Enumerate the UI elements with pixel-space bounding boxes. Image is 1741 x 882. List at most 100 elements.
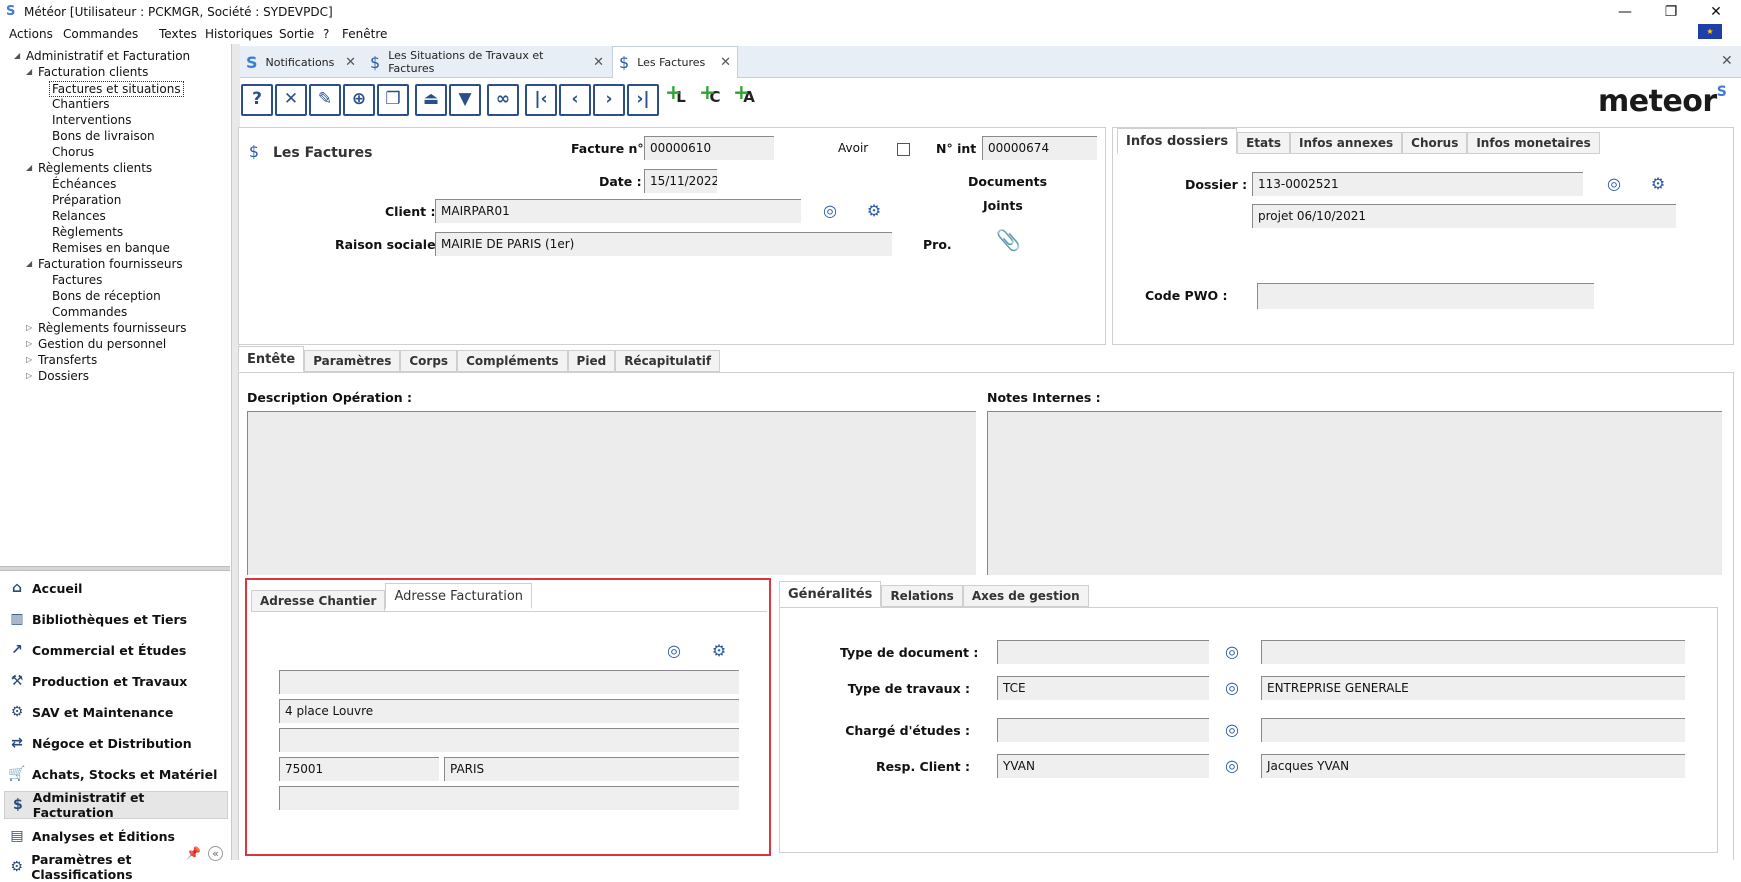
move-up-icon[interactable]: ⏏: [415, 84, 447, 116]
add-a-icon[interactable]: + A: [733, 82, 765, 116]
tab-chorus[interactable]: Chorus: [1402, 132, 1468, 154]
help-icon[interactable]: ?: [241, 84, 273, 116]
facture-number-field[interactable]: 00000610: [644, 136, 774, 160]
menu-textes[interactable]: Textes: [159, 27, 197, 41]
pin-icon[interactable]: 📌: [186, 846, 201, 860]
expand-arrow-icon[interactable]: ▷: [26, 323, 32, 332]
close-all-tabs-icon[interactable]: ✕: [1721, 53, 1733, 69]
cancel-icon[interactable]: ✕: [275, 84, 307, 116]
tree-item[interactable]: Bons de livraison: [52, 129, 155, 143]
tree-item[interactable]: Facturation clients: [38, 65, 148, 79]
nint-field[interactable]: 00000674: [982, 136, 1097, 160]
tree-item[interactable]: Dossiers: [38, 369, 89, 383]
address-line-1[interactable]: [279, 670, 739, 694]
tree-item[interactable]: Administratif et Facturation: [26, 49, 190, 63]
lookup-icon[interactable]: ◎: [1223, 757, 1241, 775]
nav-cart[interactable]: 🛒 Achats, Stocks et Matériel: [4, 760, 228, 788]
tree-item[interactable]: Chorus: [52, 145, 94, 159]
menu-sortie[interactable]: Sortie: [279, 27, 314, 41]
duplicate-icon[interactable]: ❐: [377, 84, 409, 116]
raison-sociale-field[interactable]: MAIRIE DE PARIS (1er): [435, 232, 892, 256]
address-line-3[interactable]: [279, 728, 739, 752]
tab-relations[interactable]: Relations: [881, 585, 963, 607]
search-binoculars-icon[interactable]: ∞: [487, 84, 519, 116]
edit-icon[interactable]: ✎: [309, 84, 341, 116]
paperclip-icon[interactable]: 📎: [996, 230, 1021, 250]
tree-item[interactable]: Commandes: [52, 305, 127, 319]
gear-icon[interactable]: ⚙: [865, 202, 883, 220]
tab-corps[interactable]: Corps: [400, 350, 458, 372]
notes-internes-textarea[interactable]: [987, 411, 1722, 575]
menu-commandes[interactable]: Commandes: [63, 27, 138, 41]
gear-icon[interactable]: ⚙: [1649, 175, 1667, 193]
nav-library[interactable]: ▥ Bibliothèques et Tiers: [4, 605, 228, 633]
dossier-field[interactable]: 113-0002521: [1252, 172, 1583, 196]
resp-client-desc[interactable]: Jacques YVAN: [1261, 754, 1685, 778]
description-operation-textarea[interactable]: [247, 411, 976, 575]
add-l-icon[interactable]: + L: [665, 82, 697, 116]
move-down-icon[interactable]: ▼: [449, 84, 481, 116]
menu-historiques[interactable]: Historiques: [205, 27, 273, 41]
charge-etudes-desc[interactable]: [1261, 718, 1685, 742]
dossier-description-field[interactable]: projet 06/10/2021: [1252, 204, 1676, 228]
charge-etudes-code[interactable]: [997, 718, 1209, 742]
tab-adresse-chantier[interactable]: Adresse Chantier: [251, 590, 386, 612]
collapse-panel-icon[interactable]: «: [208, 846, 223, 861]
tab-situations[interactable]: $ Les Situations de Travaux et Factures …: [364, 46, 610, 78]
tab-infos-monetaires[interactable]: Infos monetaires: [1467, 132, 1600, 154]
tree-item[interactable]: Chantiers: [52, 97, 110, 111]
nav-chart[interactable]: ↗ Commercial et Études: [4, 636, 228, 664]
previous-record-icon[interactable]: ‹: [559, 84, 591, 116]
client-field[interactable]: MAIRPAR01: [435, 199, 801, 223]
expand-arrow-icon[interactable]: ▷: [26, 355, 32, 364]
tab-notifications[interactable]: S Notifications ✕: [240, 46, 362, 78]
lookup-icon[interactable]: ◎: [1605, 175, 1623, 193]
lookup-icon[interactable]: ◎: [821, 202, 839, 220]
close-tab-icon[interactable]: ✕: [593, 55, 604, 70]
avoir-checkbox[interactable]: [897, 143, 910, 156]
menu-fenetre[interactable]: Fenêtre: [342, 27, 387, 41]
tree-item[interactable]: Interventions: [52, 113, 132, 127]
restore-button[interactable]: ❐: [1656, 2, 1686, 22]
add-c-icon[interactable]: + C: [699, 82, 731, 116]
close-tab-icon[interactable]: ✕: [345, 55, 356, 70]
collapse-arrow-icon[interactable]: ◢: [26, 259, 32, 268]
collapse-arrow-icon[interactable]: ◢: [14, 51, 20, 60]
tree-item[interactable]: Échéances: [52, 177, 116, 191]
tree-item[interactable]: Factures: [52, 273, 102, 287]
add-icon[interactable]: ⊕: [343, 84, 375, 116]
lookup-icon[interactable]: ◎: [1223, 643, 1241, 661]
lookup-icon[interactable]: ◎: [1223, 679, 1241, 697]
city-field[interactable]: PARIS: [444, 757, 739, 781]
collapse-arrow-icon[interactable]: ◢: [26, 163, 32, 172]
tree-item[interactable]: Bons de réception: [52, 289, 161, 303]
nav-trade[interactable]: ⇄ Négoce et Distribution: [4, 729, 228, 757]
tab-adresse-facturation[interactable]: Adresse Facturation: [385, 583, 533, 609]
tab-pied[interactable]: Pied: [567, 350, 616, 372]
tree-item[interactable]: Préparation: [52, 193, 121, 207]
nav-worker[interactable]: ⚒ Production et Travaux: [4, 667, 228, 695]
last-record-icon[interactable]: ›|: [627, 84, 659, 116]
tree-item[interactable]: Factures et situations: [49, 81, 184, 97]
pwo-field[interactable]: [1257, 283, 1594, 309]
resp-client-code[interactable]: YVAN: [997, 754, 1209, 778]
tree-item[interactable]: Gestion du personnel: [38, 337, 166, 351]
expand-arrow-icon[interactable]: ▷: [26, 371, 32, 380]
tree-item[interactable]: Remises en banque: [52, 241, 170, 255]
close-tab-icon[interactable]: ✕: [720, 55, 731, 70]
tab-etats[interactable]: Etats: [1237, 132, 1290, 154]
type-travaux-desc[interactable]: ENTREPRISE GENERALE: [1261, 676, 1685, 700]
nav-wrench[interactable]: ⚙ SAV et Maintenance: [4, 698, 228, 726]
tab-infos-annexes[interactable]: Infos annexes: [1290, 132, 1403, 154]
tree-item[interactable]: Règlements fournisseurs: [38, 321, 186, 335]
tab-infos-dossiers[interactable]: Infos dossiers: [1117, 128, 1238, 154]
gear-icon[interactable]: ⚙: [710, 642, 728, 660]
first-record-icon[interactable]: |‹: [525, 84, 557, 116]
type-travaux-code[interactable]: TCE: [997, 676, 1209, 700]
tree-item[interactable]: Règlements clients: [38, 161, 152, 175]
tab-complements[interactable]: Compléments: [457, 350, 568, 372]
menu-help[interactable]: ?: [323, 27, 329, 41]
panel-splitter[interactable]: [0, 566, 230, 571]
lookup-icon[interactable]: ◎: [665, 642, 683, 660]
tab-axes-gestion[interactable]: Axes de gestion: [962, 585, 1089, 607]
